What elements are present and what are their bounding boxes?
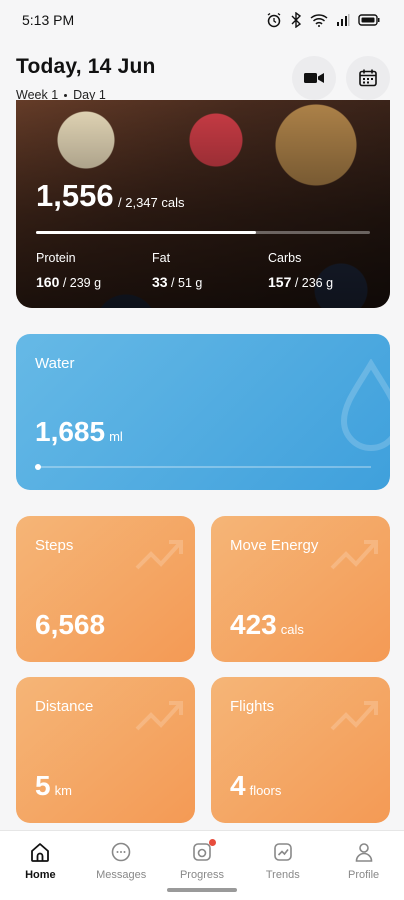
nav-trends[interactable]: Trends [242,831,323,900]
nav-label: Trends [265,869,300,881]
home-icon [29,841,51,863]
calories-progress-bar [36,231,370,234]
status-icons [266,12,380,28]
calories-progress-fill [36,231,257,234]
nav-label: Home [25,869,56,881]
tile-value: 5 km [35,770,72,801]
tile-value: 4 floors [230,770,282,801]
nav-label: Profile [347,869,380,881]
wifi-icon [310,14,328,27]
distance-deco-icon [135,701,183,731]
steps-tile[interactable]: Steps 6,568 [16,516,195,662]
calories-goal: / 2,347 cals [118,195,185,210]
water-label: Water [35,355,75,372]
steps-deco-icon [135,540,183,570]
notification-badge [208,839,216,846]
tile-label: Flights [230,698,275,715]
water-value: 1,685 [35,416,106,447]
calories-content: 1,556 / 2,347 cals Protein 160 / 239 g F… [16,100,390,308]
bluetooth-icon [291,12,302,28]
alarm-icon [267,12,281,28]
separator-dot [64,93,68,97]
messages-icon [110,841,132,863]
macro-value: 160 / 239 g [36,274,102,290]
page-title: Today, 14 Jun [16,55,156,78]
video-button[interactable] [292,56,336,100]
status-bar: 5:13 PM [0,0,404,40]
trends-icon [272,841,294,863]
distance-tile[interactable]: Distance 5 km [16,677,195,823]
calories-consumed: 1,556 [36,178,114,213]
nav-messages[interactable]: Messages [81,831,162,900]
home-indicator[interactable] [167,888,237,892]
macro-protein: Protein 160 / 239 g [36,251,101,290]
tile-label: Distance [35,698,94,715]
tile-value: 423 cals [230,609,304,640]
profile-icon [353,841,375,863]
water-drop-icon [340,359,390,451]
macro-label: Protein [36,251,76,265]
flights-tile[interactable]: Flights 4 floors [211,677,390,823]
macro-label: Carbs [268,251,302,265]
camera-progress-icon [191,839,216,863]
water-unit: ml [109,429,123,444]
nav-label: Progress [179,869,224,881]
water-progress-knob [35,464,41,470]
macro-value: 33 / 51 g [152,274,203,290]
macro-carbs: Carbs 157 / 236 g [268,251,333,290]
tile-label: Move Energy [230,537,319,554]
status-time: 5:13 PM [22,12,75,28]
water-progress-track [35,466,371,468]
water-card[interactable]: Water 1,685 ml [16,334,390,490]
tile-value: 6,568 [35,609,106,640]
move-deco-icon [330,540,378,570]
calendar-button[interactable] [346,56,390,100]
flights-deco-icon [330,701,378,731]
water-value-wrap: 1,685 ml [35,416,123,448]
battery-icon [358,14,380,26]
tile-label: Steps [35,537,74,554]
calories-card[interactable]: 1,556 / 2,347 cals Protein 160 / 239 g F… [16,100,390,308]
nav-profile[interactable]: Profile [323,831,404,900]
macro-value: 157 / 236 g [268,274,334,290]
video-camera-icon [304,73,324,83]
macro-fat: Fat 33 / 51 g [152,251,202,290]
move-energy-tile[interactable]: Move Energy 423 cals [211,516,390,662]
signal-icon [337,14,350,26]
nav-label: Messages [96,869,147,881]
macro-label: Fat [152,251,171,265]
nav-home[interactable]: Home [0,831,81,900]
calendar-icon [359,69,377,87]
